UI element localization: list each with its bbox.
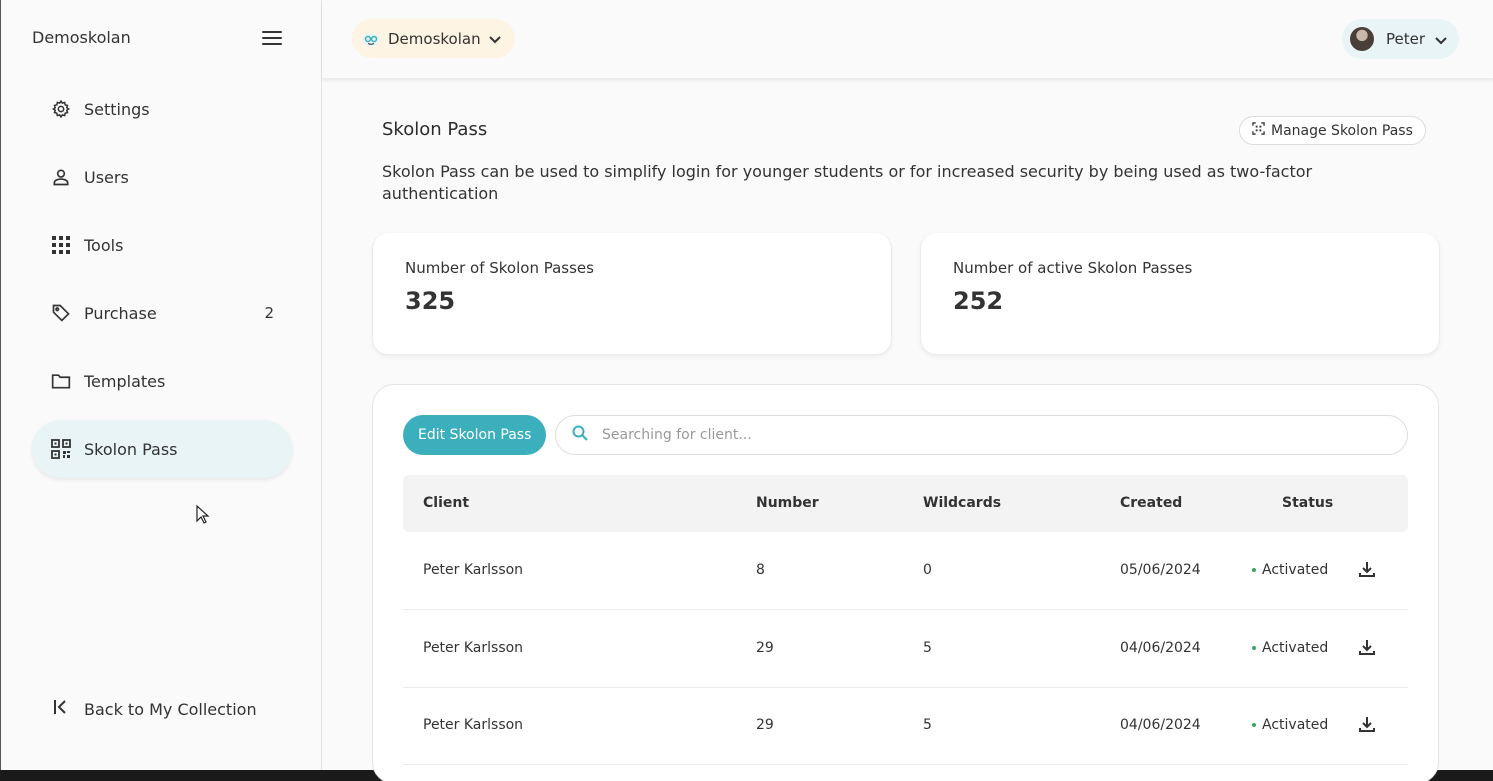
sidebar-item-label: Skolon Pass <box>84 439 178 459</box>
cell-wildcards: 5 <box>923 640 932 656</box>
table-header: Client Number Wildcards Created Status <box>403 475 1408 532</box>
column-header-status[interactable]: Status <box>1282 495 1333 511</box>
edit-skolon-pass-button[interactable]: Edit Skolon Pass <box>403 415 547 455</box>
sidebar-item-templates[interactable]: Templates <box>32 352 292 410</box>
qr-icon <box>50 438 72 460</box>
skolon-pass-table-card: Edit Skolon Pass Client Number Wildcards… <box>372 384 1439 781</box>
sidebar-item-tools[interactable]: Tools <box>32 216 292 274</box>
manage-skolon-pass-button[interactable]: Manage Skolon Pass <box>1239 116 1426 145</box>
table-row[interactable]: Peter Karlsson 29 5 04/06/2024 Activated <box>403 610 1408 688</box>
grid-icon <box>50 234 72 256</box>
cell-number: 8 <box>756 562 765 578</box>
table-row[interactable]: Peter Karlsson 29 5 04/06/2024 Activated <box>403 687 1408 765</box>
stat-card-total: Number of Skolon Passes 325 <box>372 233 892 355</box>
manage-label: Manage Skolon Pass <box>1271 122 1413 139</box>
download-icon[interactable] <box>1358 560 1376 582</box>
scan-icon <box>1252 122 1265 139</box>
purchase-count-badge: 2 <box>264 304 274 322</box>
cell-wildcards: 5 <box>923 717 932 733</box>
table-row[interactable]: Peter Karlsson 8 0 05/06/2024 Activated <box>403 532 1408 610</box>
column-header-created[interactable]: Created <box>1120 495 1182 511</box>
status-dot <box>1252 646 1256 650</box>
sidebar-item-label: Templates <box>84 371 166 391</box>
page-title: Skolon Pass <box>382 119 488 140</box>
download-icon[interactable] <box>1358 638 1376 660</box>
sidebar-item-purchase[interactable]: Purchase 2 <box>32 284 292 342</box>
stat-label: Number of active Skolon Passes <box>953 259 1193 277</box>
school-name: Demoskolan <box>388 29 481 48</box>
status-dot <box>1252 568 1256 572</box>
back-label: Back to My Collection <box>84 699 257 719</box>
cell-number: 29 <box>756 640 774 656</box>
avatar <box>1349 27 1374 51</box>
status-text: Activated <box>1262 717 1329 733</box>
cell-client: Peter Karlsson <box>423 640 524 656</box>
sidebar-item-settings[interactable]: Settings <box>32 80 292 138</box>
chevron-down-icon <box>1435 30 1447 49</box>
user-name: Peter <box>1385 30 1425 48</box>
tag-icon <box>50 302 72 324</box>
status-text: Activated <box>1262 640 1329 656</box>
sidebar: Demoskolan Settings Users Tools Purchase <box>2 0 322 770</box>
column-header-client[interactable]: Client <box>423 495 469 511</box>
school-logo-icon <box>362 32 380 46</box>
stat-value: 252 <box>953 287 1004 315</box>
cell-client: Peter Karlsson <box>423 562 524 578</box>
brand-name: Demoskolan <box>32 28 131 47</box>
main-content: Skolon Pass Manage Skolon Pass Skolon Pa… <box>322 85 1493 781</box>
back-icon <box>52 698 70 720</box>
status-badge: Activated <box>1252 640 1328 656</box>
status-badge: Activated <box>1252 562 1328 578</box>
column-header-number[interactable]: Number <box>756 495 819 511</box>
app-window: Demoskolan Settings Users Tools Purchase <box>0 0 1493 781</box>
back-to-collection-link[interactable]: Back to My Collection <box>52 698 257 720</box>
gear-icon <box>50 98 72 120</box>
mouse-cursor-icon <box>196 504 210 529</box>
page-description: Skolon Pass can be used to simplify logi… <box>382 162 1313 203</box>
cell-number: 29 <box>756 717 774 733</box>
sidebar-item-label: Purchase <box>84 303 157 323</box>
user-menu[interactable]: Peter <box>1341 19 1459 59</box>
status-text: Activated <box>1262 562 1329 578</box>
folder-icon <box>50 370 72 392</box>
stat-value: 325 <box>405 287 456 315</box>
stat-label: Number of Skolon Passes <box>405 259 594 277</box>
sidebar-item-label: Users <box>84 167 129 187</box>
status-badge: Activated <box>1252 717 1328 733</box>
menu-toggle-icon[interactable] <box>262 31 282 47</box>
user-icon <box>50 166 72 188</box>
sidebar-item-skolon-pass[interactable]: Skolon Pass <box>32 420 292 478</box>
sidebar-item-users[interactable]: Users <box>32 148 292 206</box>
stat-card-active: Number of active Skolon Passes 252 <box>920 233 1440 355</box>
sidebar-item-label: Settings <box>84 99 150 119</box>
top-bar: Demoskolan Peter <box>322 0 1493 79</box>
column-header-wildcards[interactable]: Wildcards <box>923 495 1001 511</box>
sidebar-item-label: Tools <box>84 235 124 255</box>
cell-created: 04/06/2024 <box>1120 717 1201 733</box>
status-dot <box>1252 723 1256 727</box>
cell-created: 04/06/2024 <box>1120 640 1201 656</box>
cell-wildcards: 0 <box>923 562 932 578</box>
download-icon[interactable] <box>1358 715 1376 737</box>
chevron-down-icon <box>488 29 501 48</box>
cell-client: Peter Karlsson <box>423 717 524 733</box>
school-selector[interactable]: Demoskolan <box>352 19 515 58</box>
cell-created: 05/06/2024 <box>1120 562 1201 578</box>
search-field[interactable] <box>555 415 1408 455</box>
search-icon <box>572 425 588 445</box>
search-input[interactable] <box>602 427 1382 443</box>
